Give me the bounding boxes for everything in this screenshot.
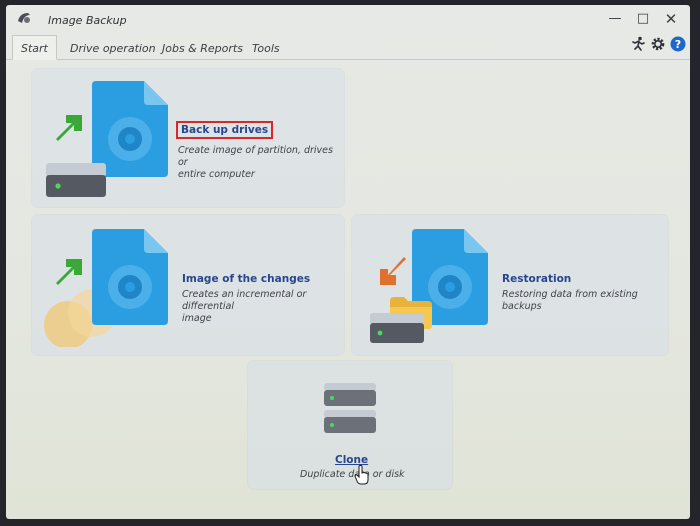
minimize-button[interactable]: — xyxy=(602,9,628,29)
tile-image-changes[interactable]: Image of the changes Creates an incremen… xyxy=(32,215,344,355)
tab-tools[interactable]: Tools xyxy=(252,42,280,55)
restoration-title[interactable]: Restoration xyxy=(502,273,571,285)
run-icon[interactable] xyxy=(630,36,646,52)
help-icon[interactable]: ? xyxy=(670,36,686,52)
green-arrow-icon xyxy=(56,259,82,285)
clone-desc: Duplicate data or disk xyxy=(300,469,405,480)
tile-backup-drives[interactable]: Back up drives Create image of partition… xyxy=(32,69,344,207)
app-window: Image Backup — □ ✕ Start Drive operation… xyxy=(6,5,690,519)
restoration-desc: Restoring data from existing backups xyxy=(502,289,638,312)
maximize-button[interactable]: □ xyxy=(630,9,656,29)
backup-desc-line1: Create image of partition, drives or xyxy=(178,145,333,168)
tab-start[interactable]: Start xyxy=(12,35,57,60)
close-button[interactable]: ✕ xyxy=(658,9,684,29)
tile-clone[interactable]: Clone Duplicate data or disk xyxy=(248,361,452,489)
document-disc-icon xyxy=(92,229,168,325)
title-bar: Image Backup — □ ✕ xyxy=(6,5,690,32)
tab-drive-operation[interactable]: Drive operation xyxy=(70,42,156,55)
svg-text:?: ? xyxy=(675,38,681,51)
tab-jobs-reports[interactable]: Jobs & Reports xyxy=(162,42,243,55)
tile-restoration[interactable]: Restoration Restoring data from existing… xyxy=(352,215,668,355)
changes-desc-line2: image xyxy=(182,313,212,324)
orange-arrow-icon xyxy=(380,257,406,285)
green-arrow-icon xyxy=(56,115,82,141)
app-logo-icon xyxy=(18,13,30,23)
tab-bar: Start Drive operation Jobs & Reports Too… xyxy=(6,33,690,60)
hard-drive-icon xyxy=(46,163,106,197)
hard-drive-icon xyxy=(370,313,424,343)
settings-icon[interactable] xyxy=(650,36,666,52)
backup-desc-line2: entire computer xyxy=(178,169,255,180)
changes-desc-line1: Creates an incremental or differential xyxy=(182,289,307,312)
clone-drives-icon xyxy=(324,383,376,433)
image-changes-title[interactable]: Image of the changes xyxy=(182,273,310,285)
backup-drives-title[interactable]: Back up drives xyxy=(176,121,274,139)
hand-cursor-icon xyxy=(354,465,369,485)
window-title: Image Backup xyxy=(48,14,127,27)
